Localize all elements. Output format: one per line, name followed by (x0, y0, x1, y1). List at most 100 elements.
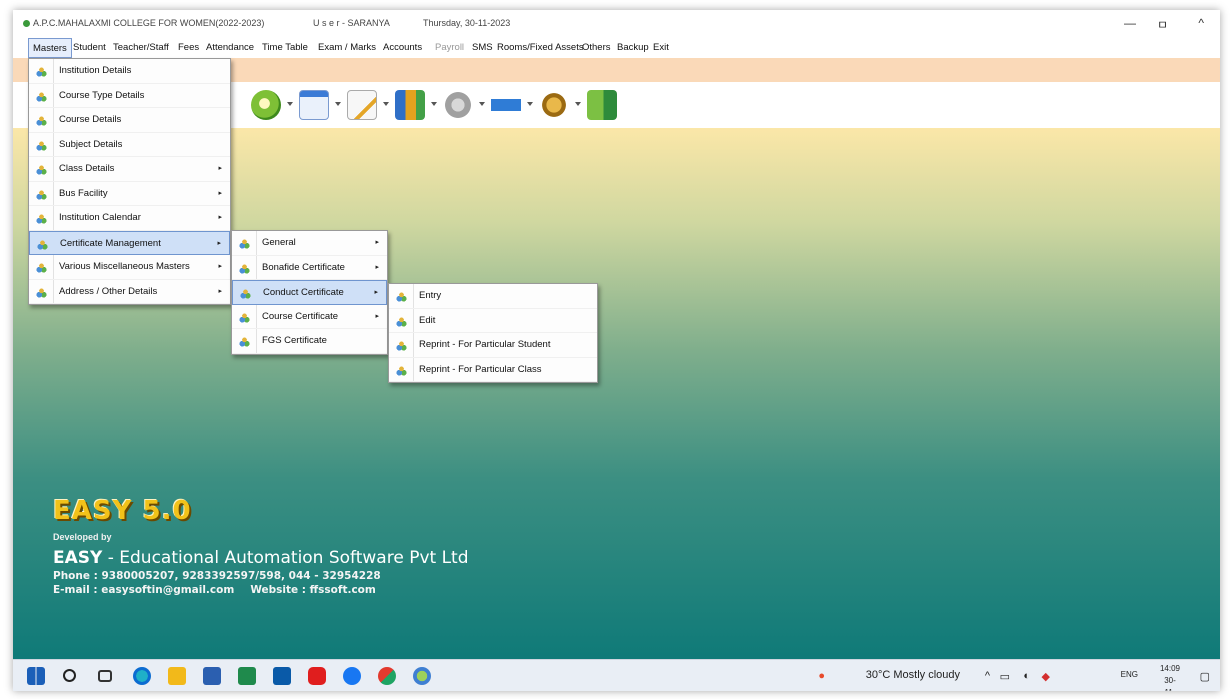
chevron-right-icon: ▸ (218, 263, 222, 270)
action-center-icon[interactable]: ▢ (1200, 670, 1210, 683)
menu-item-icon (36, 262, 47, 273)
chevron-down-icon[interactable] (383, 102, 389, 106)
company-full: - Educational Automation Software Pvt Lt… (102, 548, 469, 568)
menu-payroll[interactable]: Payroll (431, 38, 468, 58)
masters-item-institution-details[interactable]: Institution Details (29, 59, 230, 84)
facebook-icon[interactable] (343, 667, 361, 685)
close-button[interactable]: ^ (1198, 16, 1204, 30)
chevron-right-icon: ▸ (217, 239, 221, 247)
maximize-button[interactable]: ㅁ (1157, 16, 1168, 33)
network-icon[interactable] (491, 90, 521, 120)
certificate-item-fgs-certificate[interactable]: FGS Certificate (232, 329, 387, 354)
masters-item-institution-calendar[interactable]: Institution Calendar ▸ (29, 206, 230, 231)
menu-item-label: Edit (419, 314, 436, 326)
chevron-right-icon: ▸ (375, 312, 379, 320)
mail-icon[interactable] (273, 667, 291, 685)
easy-app-icon[interactable] (413, 667, 431, 685)
chevron-down-icon[interactable] (431, 102, 437, 106)
menu-attendance[interactable]: Attendance (202, 38, 258, 58)
product-title: EASY 5.0 (53, 496, 192, 526)
phone-numbers: Phone : 9380005207, 9283392597/598, 044 … (53, 570, 381, 582)
masters-item-certificate-management[interactable]: Certificate Management ▸ (29, 230, 230, 255)
chevron-right-icon: ▸ (374, 289, 378, 296)
volume-icon[interactable]: ◐ (1023, 670, 1030, 682)
chevron-up-icon[interactable]: ^ (985, 670, 990, 682)
menu-item-icon (36, 164, 47, 175)
menu-item-icon (239, 238, 250, 249)
chevron-down-icon[interactable] (527, 102, 533, 106)
edge-icon[interactable] (133, 667, 151, 685)
settings-icon[interactable] (539, 90, 569, 120)
chevron-down-icon[interactable] (335, 102, 341, 106)
menu-student[interactable]: Student (69, 38, 110, 58)
menu-item-label: Subject Details (59, 138, 123, 150)
taskbar: ● 30°C Mostly cloudy ^ ▭ ◐ ◆ ENG 14:09 30… (13, 659, 1220, 691)
menu-item-icon (239, 311, 250, 323)
menu-exam-marks[interactable]: Exam / Marks (314, 38, 380, 58)
masters-item-class-details[interactable]: Class Details ▸ (29, 157, 230, 182)
menu-item-icon (239, 336, 250, 347)
conduct-item-edit[interactable]: Edit (389, 309, 597, 333)
windows-start-icon[interactable] (27, 667, 45, 685)
task-view-icon[interactable] (98, 670, 112, 682)
youtube-icon[interactable] (308, 667, 326, 685)
menu-backup[interactable]: Backup (613, 38, 653, 58)
masters-item-bus-facility[interactable]: Bus Facility ▸ (29, 182, 230, 206)
books-icon[interactable] (395, 90, 425, 120)
certificate-item-bonafide-certificate[interactable]: Bonafide Certificate ▸ (232, 256, 387, 280)
weather-text[interactable]: 30°C Mostly cloudy (866, 669, 960, 681)
chevron-down-icon[interactable] (479, 102, 485, 106)
menu-item-label: Bus Facility (59, 187, 108, 199)
conduct-certificate-submenu: Entry Edit Reprint - For Particular Studen… (388, 283, 598, 383)
notepad-icon[interactable] (347, 90, 377, 120)
word-icon[interactable] (203, 667, 221, 685)
certificate-item-course-certificate[interactable]: Course Certificate ▸ (232, 305, 387, 329)
chevron-right-icon: ▸ (218, 214, 222, 221)
menu-exit[interactable]: Exit (649, 38, 673, 58)
menu-time-table[interactable]: Time Table (258, 38, 312, 58)
menu-rooms-fixed-assets[interactable]: Rooms/Fixed Assets (493, 38, 588, 58)
certificate-item-conduct-certificate[interactable]: Conduct Certificate ▸ (232, 280, 387, 305)
menu-accounts[interactable]: Accounts (379, 38, 426, 58)
clock-icon[interactable] (251, 90, 281, 120)
masters-item-course-type-details[interactable]: Course Type Details (29, 84, 230, 108)
menu-item-icon (36, 139, 47, 151)
certificate-management-submenu: General ▸ Bonafide Certificate ▸ Conduct Cer… (231, 230, 388, 355)
chevron-down-icon[interactable] (575, 102, 581, 106)
search-icon[interactable] (63, 669, 76, 682)
menu-teacher-staff[interactable]: Teacher/Staff (109, 38, 173, 58)
masters-item-subject-details[interactable]: Subject Details (29, 133, 230, 157)
conduct-item-reprint-for-particular-class[interactable]: Reprint - For Particular Class (389, 358, 597, 382)
language-indicator[interactable]: ENG (1121, 670, 1138, 679)
chevron-down-icon[interactable] (287, 102, 293, 106)
masters-item-address-other-details[interactable]: Address / Other Details ▸ (29, 280, 230, 304)
menu-others[interactable]: Others (578, 38, 615, 58)
chevron-right-icon: ▸ (375, 239, 379, 246)
clock[interactable]: 14:09 30-11-2023 (1160, 663, 1180, 691)
contact-line: E-mail : easysoftin@gmail.com Website : f… (53, 584, 469, 596)
menu-item-icon (37, 238, 48, 250)
chrome-icon[interactable] (378, 667, 396, 685)
notification-app-icon[interactable]: ◆ (1042, 670, 1050, 683)
menu-fees[interactable]: Fees (174, 38, 203, 58)
masters-item-course-details[interactable]: Course Details (29, 108, 230, 133)
exit-door-icon[interactable] (587, 90, 617, 120)
current-user: U s e r - SARANYA (313, 18, 390, 28)
file-explorer-icon[interactable] (168, 667, 186, 685)
conduct-item-entry[interactable]: Entry (389, 284, 597, 309)
calendar-icon[interactable] (299, 90, 329, 120)
menu-item-label: Institution Calendar (59, 212, 141, 223)
excel-icon[interactable] (238, 667, 256, 685)
disc-icon[interactable] (443, 90, 473, 120)
chevron-right-icon: ▸ (218, 189, 222, 197)
company-name: EASY - Educational Automation Software P… (53, 548, 469, 568)
menu-item-label: Course Certificate (262, 310, 339, 322)
conduct-item-reprint-for-particular-student[interactable]: Reprint - For Particular Student (389, 333, 597, 358)
menu-item-label: Entry (419, 290, 442, 301)
masters-item-various-miscellaneous-masters[interactable]: Various Miscellaneous Masters ▸ (29, 255, 230, 280)
menu-masters[interactable]: Masters (28, 38, 72, 58)
network-status-icon[interactable]: ▭ (1000, 670, 1010, 683)
chevron-right-icon: ▸ (218, 287, 222, 295)
minimize-button[interactable]: — (1124, 16, 1136, 30)
certificate-item-general[interactable]: General ▸ (232, 231, 387, 256)
